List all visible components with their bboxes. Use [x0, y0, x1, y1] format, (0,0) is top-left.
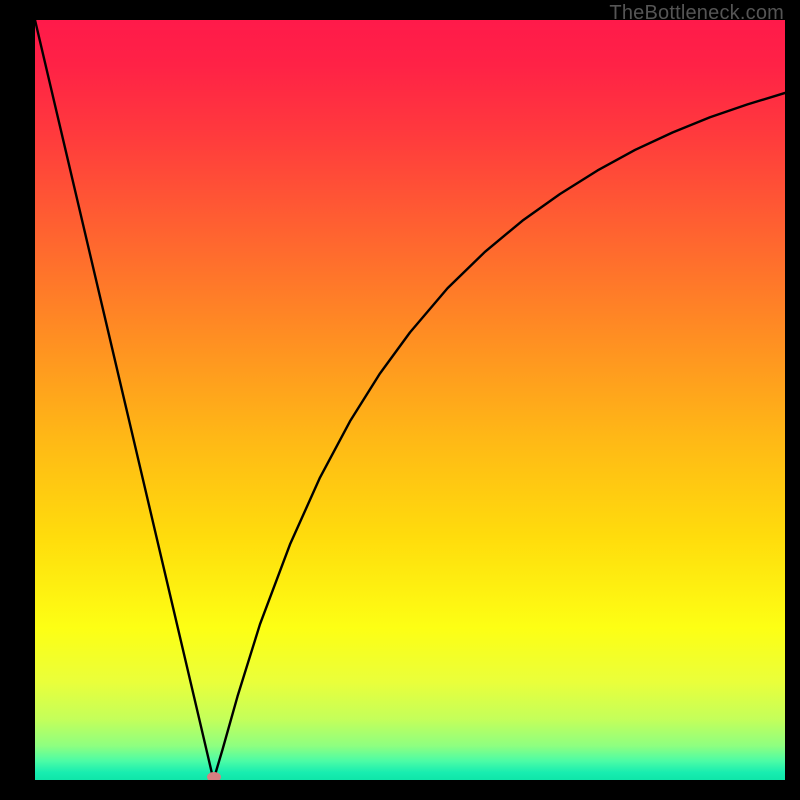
watermark-text: TheBottleneck.com: [609, 2, 784, 25]
chart-frame: TheBottleneck.com: [0, 0, 800, 800]
plot-area: [35, 20, 785, 780]
optimal-point-marker: [207, 772, 221, 780]
bottleneck-curve: [35, 20, 785, 780]
